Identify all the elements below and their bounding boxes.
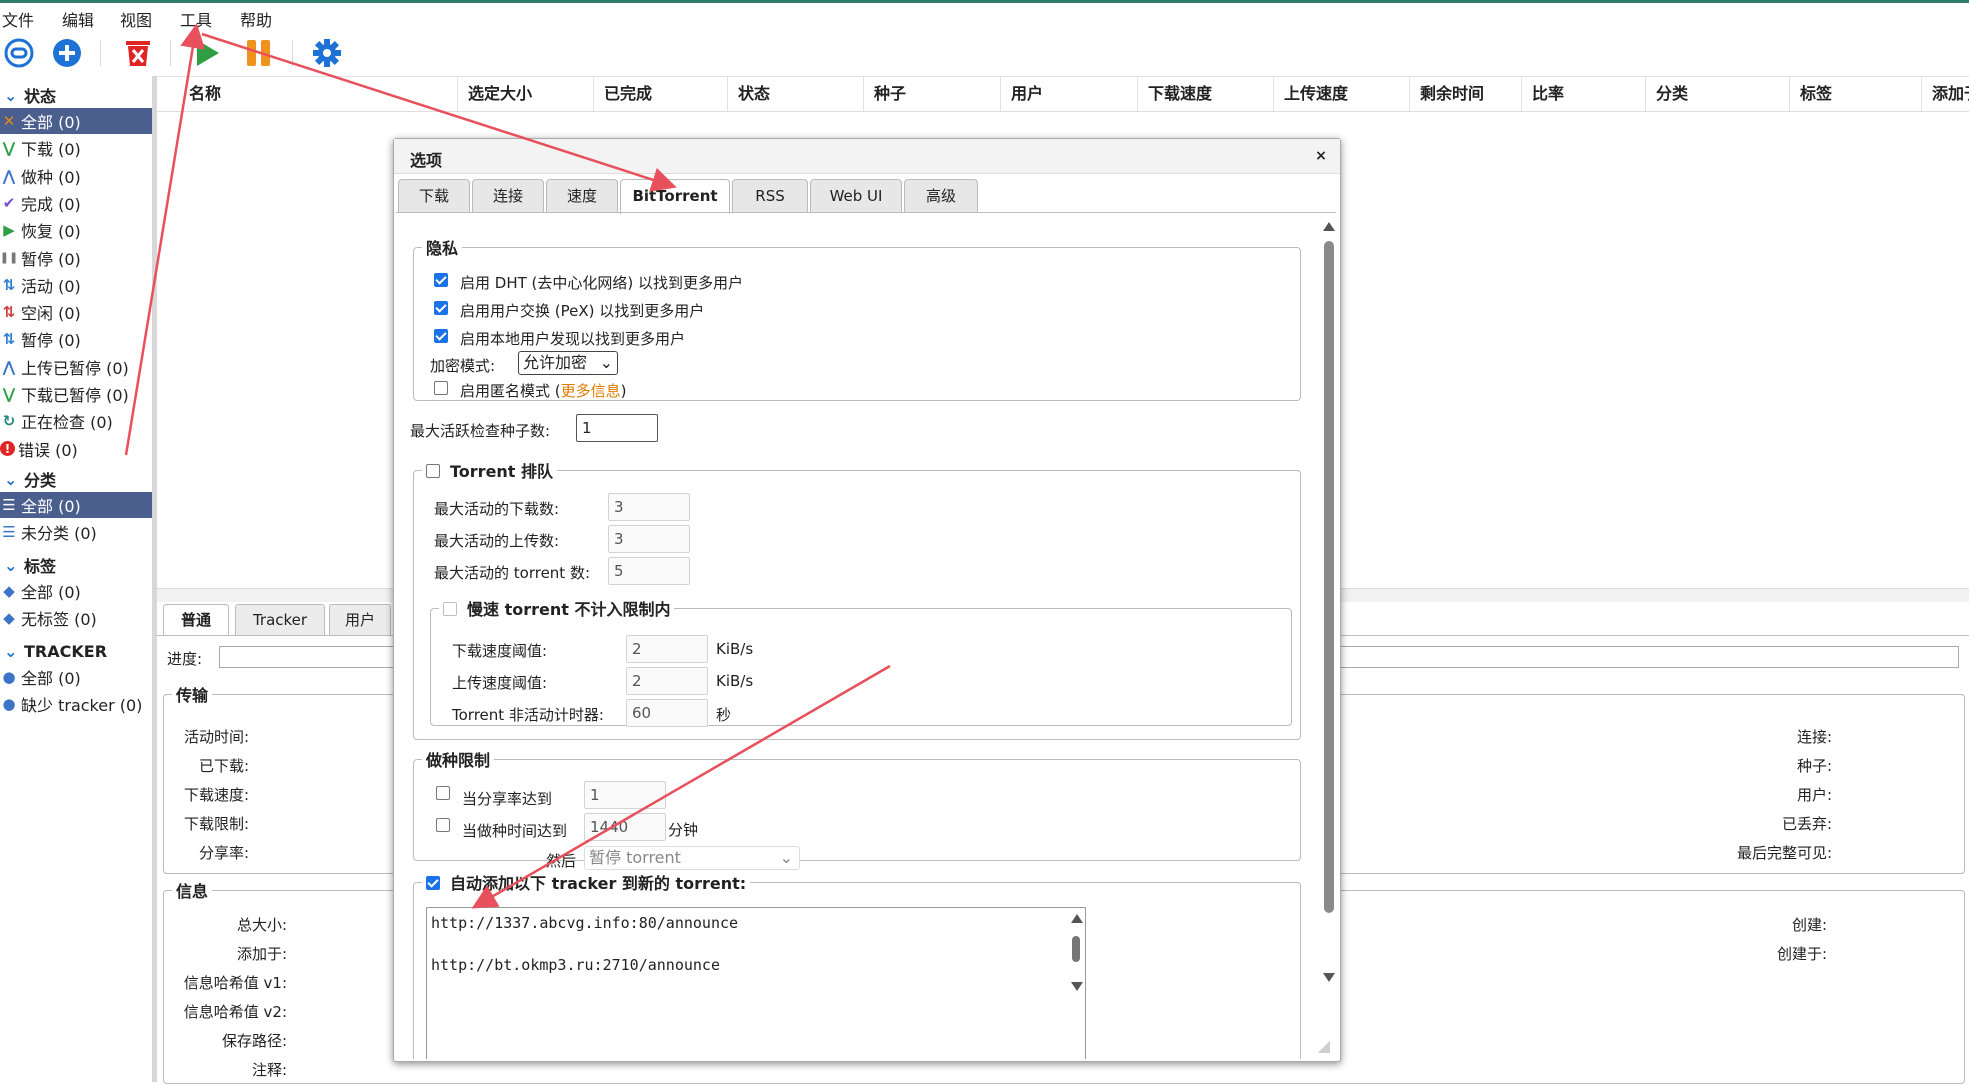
annotation-arrows: [124, 23, 891, 909]
annotation-arrow: [124, 23, 206, 456]
annotation-arrow: [201, 32, 677, 192]
annotation-arrow: [471, 664, 891, 909]
